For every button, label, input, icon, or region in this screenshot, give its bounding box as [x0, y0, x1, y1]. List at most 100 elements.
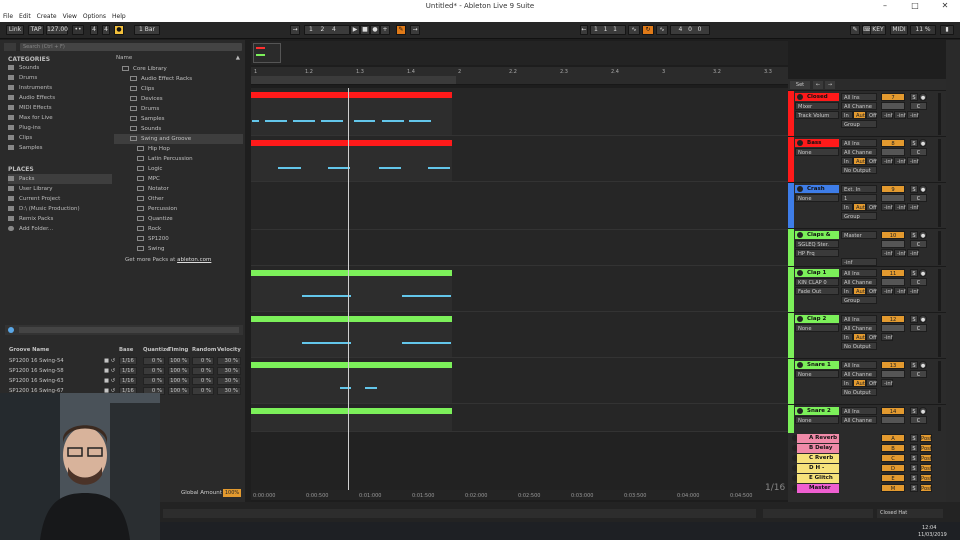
return-name[interactable]: D H - Delay: [797, 464, 839, 480]
input-channel-select[interactable]: None: [795, 416, 839, 424]
sidebar-item-packs[interactable]: Packs: [8, 174, 112, 184]
fold-icon[interactable]: [797, 140, 803, 146]
solo-button[interactable]: S: [910, 464, 918, 472]
volume-value[interactable]: -inf: [907, 249, 919, 257]
tree-drums[interactable]: Drums: [130, 104, 159, 114]
post-button[interactable]: Post: [920, 444, 932, 452]
sidebar-item-instruments[interactable]: Instruments: [8, 83, 112, 93]
midi-note[interactable]: [382, 120, 404, 122]
search-input[interactable]: Search (Ctrl + F): [20, 43, 242, 51]
tree-sounds[interactable]: Sounds: [130, 124, 161, 134]
solo-button[interactable]: S: [910, 484, 918, 492]
monitor-off[interactable]: Off: [866, 203, 877, 211]
capture-icon[interactable]: →: [410, 25, 420, 35]
groove-hot-swap-icon[interactable]: ■ ↺: [104, 356, 115, 366]
tree-swing[interactable]: Swing: [137, 244, 165, 254]
return-activator[interactable]: M: [881, 484, 905, 492]
next-icon[interactable]: →: [825, 81, 835, 89]
monitor-in[interactable]: In: [841, 287, 853, 295]
tree-latin-percussion[interactable]: Latin Percussion: [137, 154, 193, 164]
track-activator[interactable]: 11: [881, 269, 905, 277]
groove-quantize[interactable]: 0 %: [143, 367, 165, 375]
lane-snare-2[interactable]: [251, 404, 788, 432]
browser-toggle-icon[interactable]: [4, 43, 16, 51]
collapse-icon[interactable]: ▲: [236, 54, 240, 63]
sidebar-item-midi-effects[interactable]: MIDI Effects: [8, 103, 112, 113]
sidebar-item-samples[interactable]: Samples: [8, 143, 112, 153]
arm-button[interactable]: ●: [919, 269, 927, 277]
arm-button[interactable]: ●: [919, 185, 927, 193]
sidebar-item-current-project[interactable]: Current Project: [8, 194, 112, 204]
track-name[interactable]: Snare 1: [795, 361, 839, 369]
beat-ruler[interactable]: 1 1.2 1.3 1.4 2 2.2 2.3 2.4 3 3.2 3.3: [251, 67, 788, 85]
output-select[interactable]: Group: [841, 120, 877, 128]
track-name[interactable]: Claps & Snare: [795, 231, 839, 246]
track-name[interactable]: Crash: [795, 185, 839, 193]
crossfade-button[interactable]: C: [910, 102, 927, 110]
sidebar-item-sounds[interactable]: Sounds: [8, 63, 112, 73]
midi-note[interactable]: [293, 120, 315, 122]
sidebar-item-plugins[interactable]: Plug-ins: [8, 123, 112, 133]
groove-row[interactable]: SP1200 16 Swing-58 ■ ↺ 1/16 0 % 100 % 0 % 30 %: [9, 366, 243, 376]
prev-icon[interactable]: ←: [813, 81, 823, 89]
groove-velocity[interactable]: 30 %: [217, 387, 241, 395]
metronome-dots-icon[interactable]: ••: [72, 25, 84, 35]
groove-base[interactable]: 1/16: [119, 357, 137, 365]
return-activator[interactable]: D: [881, 464, 905, 472]
input-channel-select[interactable]: SGLEQ Ster.: [795, 240, 839, 248]
midi-note[interactable]: [379, 167, 401, 169]
lane-clap-2[interactable]: [251, 312, 788, 358]
groove-row[interactable]: SP1200 16 Swing-54 ■ ↺ 1/16 0 % 100 % 0 % 30 %: [9, 356, 243, 366]
tree-rock[interactable]: Rock: [137, 224, 161, 234]
track-activator[interactable]: 9: [881, 185, 905, 193]
lane-clap-1[interactable]: [251, 266, 788, 312]
input-type-select[interactable]: All Ins: [841, 407, 877, 415]
channel-select[interactable]: All Channe: [841, 370, 877, 378]
return-activator[interactable]: B: [881, 444, 905, 452]
groove-velocity[interactable]: 30 %: [217, 367, 241, 375]
channel-select[interactable]: 1: [841, 194, 877, 202]
fold-icon[interactable]: [797, 316, 803, 322]
output-select[interactable]: No Output: [841, 342, 877, 350]
link-button[interactable]: Link: [6, 25, 24, 35]
channel-select[interactable]: All Channe: [841, 278, 877, 286]
arm-button[interactable]: ●: [919, 315, 927, 323]
midi-note[interactable]: [252, 120, 259, 122]
punch-in-icon[interactable]: ∿: [628, 25, 640, 35]
input-channel-select[interactable]: None: [795, 148, 839, 156]
scrollbar[interactable]: [946, 40, 960, 502]
solo-button[interactable]: S: [910, 315, 918, 323]
post-button[interactable]: Post: [920, 484, 932, 492]
tree-clips[interactable]: Clips: [130, 84, 154, 94]
crossfade-button[interactable]: C: [910, 278, 927, 286]
pan-knob[interactable]: [881, 194, 905, 202]
crossfade-button[interactable]: C: [910, 240, 927, 248]
arm-button[interactable]: ●: [919, 139, 927, 147]
sig-numerator[interactable]: 4: [90, 25, 98, 35]
loop-position-field[interactable]: 1 1 1: [590, 25, 626, 35]
preview-icon[interactable]: [8, 327, 14, 333]
solo-button[interactable]: S: [910, 444, 918, 452]
key-map-button[interactable]: KEY: [870, 25, 886, 35]
detail-navigator[interactable]: [763, 509, 873, 518]
tree-percussion[interactable]: Percussion: [137, 204, 177, 214]
channel-select[interactable]: All Channe: [841, 416, 877, 424]
monitor-off[interactable]: Off: [866, 287, 877, 295]
sidebar-item-remix-packs[interactable]: Remix Packs: [8, 214, 112, 224]
clip-body[interactable]: [251, 414, 452, 431]
volume-value[interactable]: -inf: [907, 111, 919, 119]
pan-knob[interactable]: [881, 416, 905, 424]
menu-help[interactable]: Help: [112, 12, 126, 22]
loop-start-left-icon[interactable]: ←: [580, 25, 588, 35]
time-ruler[interactable]: 0:00:000 0:00:500 0:01:000 0:01:500 0:02:000…: [251, 490, 788, 500]
monitor-off[interactable]: Off: [866, 111, 877, 119]
groove-random[interactable]: 0 %: [192, 367, 214, 375]
arm-button[interactable]: ●: [919, 407, 927, 415]
track-activator[interactable]: 14: [881, 407, 905, 415]
ableton-link[interactable]: ableton.com: [177, 257, 211, 263]
midi-note[interactable]: [278, 167, 301, 169]
lane-snare-1[interactable]: [251, 358, 788, 404]
lane-bass[interactable]: [251, 136, 788, 182]
groove-timing[interactable]: 100 %: [168, 377, 190, 385]
follow-icon[interactable]: →: [290, 25, 300, 35]
